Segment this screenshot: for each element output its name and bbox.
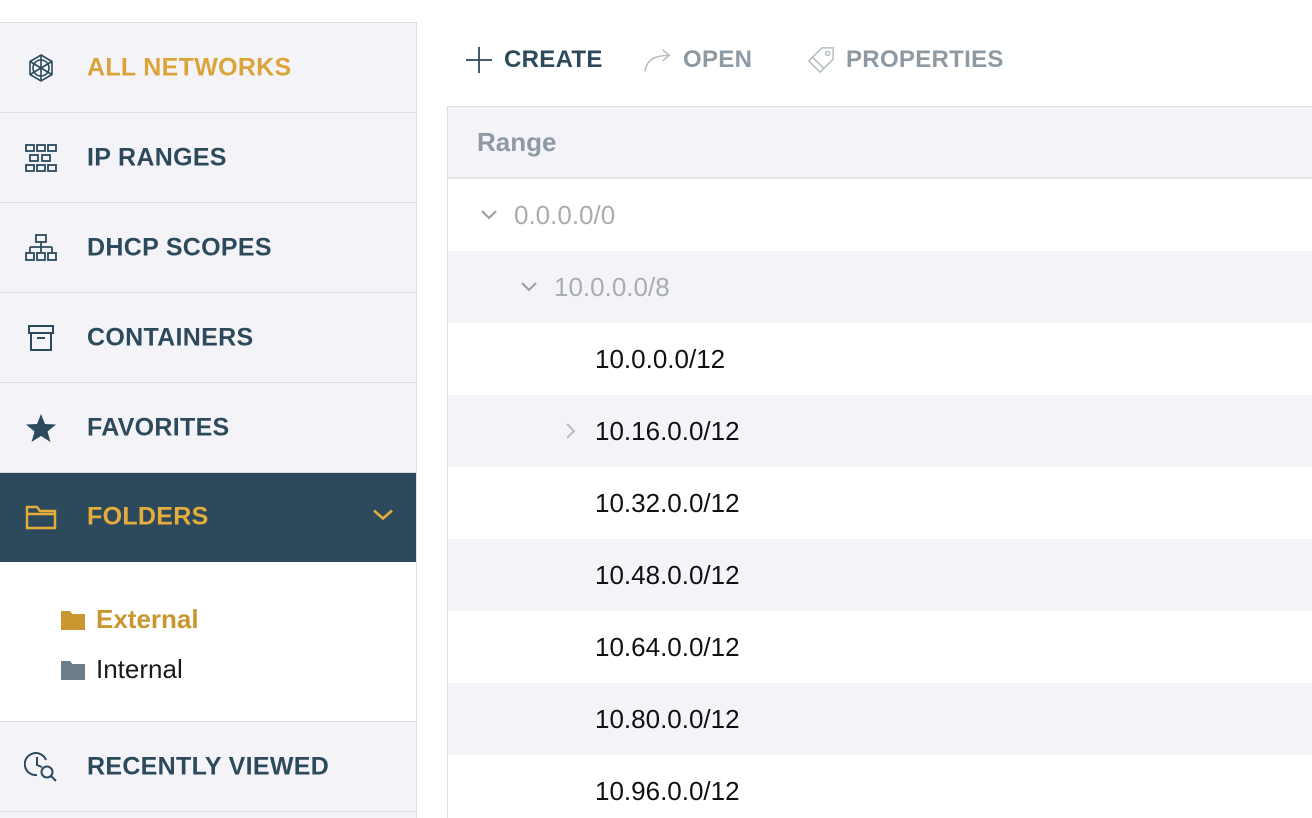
sidebar-item-ip-ranges[interactable]: IP RANGES bbox=[0, 113, 416, 203]
star-icon bbox=[24, 411, 58, 445]
chevron-down-icon[interactable] bbox=[518, 276, 540, 298]
plus-icon bbox=[464, 45, 494, 75]
sidebar-item-label: RECENTLY VIEWED bbox=[87, 752, 330, 780]
folder-icon bbox=[61, 660, 85, 680]
table-row[interactable]: 0.0.0.0/0 bbox=[448, 179, 1312, 251]
open-button[interactable]: OPEN bbox=[643, 42, 752, 78]
sidebar-item-label: CONTAINERS bbox=[87, 323, 254, 351]
folder-item-external[interactable]: External bbox=[60, 604, 199, 635]
range-cell: 10.80.0.0/12 bbox=[595, 703, 740, 734]
network-globe-icon bbox=[24, 51, 58, 85]
toolbar: CREATE OPEN PROPERTIES bbox=[448, 0, 1312, 106]
sidebar-item-dhcp-scopes[interactable]: DHCP SCOPES bbox=[0, 203, 416, 293]
column-header-range[interactable]: Range bbox=[448, 107, 1312, 179]
ranges-grid: Range 0.0.0.0/0 10.0.0.0/8 10.0.0.0/12 1… bbox=[447, 106, 1312, 818]
properties-label: PROPERTIES bbox=[846, 46, 1004, 73]
table-row[interactable]: 10.0.0.0/8 bbox=[448, 251, 1312, 323]
table-row[interactable]: 10.48.0.0/12 bbox=[448, 539, 1312, 611]
sidebar-item-containers[interactable]: CONTAINERS bbox=[0, 293, 416, 383]
table-row[interactable]: 10.0.0.0/12 bbox=[448, 323, 1312, 395]
table-row[interactable]: 10.16.0.0/12 bbox=[448, 395, 1312, 467]
range-cell: 10.16.0.0/12 bbox=[595, 415, 740, 446]
table-row[interactable]: 10.32.0.0/12 bbox=[448, 467, 1312, 539]
table-row[interactable]: 10.96.0.0/12 bbox=[448, 755, 1312, 818]
column-header-label: Range bbox=[477, 126, 557, 157]
open-label: OPEN bbox=[683, 46, 753, 73]
chevron-right-icon[interactable] bbox=[559, 420, 581, 442]
folders-tree: External Internal bbox=[0, 562, 416, 722]
range-cell: 10.96.0.0/12 bbox=[595, 775, 740, 806]
sidebar-item-label: IP RANGES bbox=[87, 143, 227, 171]
range-cell: 10.0.0.0/12 bbox=[595, 343, 726, 374]
chevron-down-icon[interactable] bbox=[372, 508, 394, 527]
range-cell: 10.64.0.0/12 bbox=[595, 631, 740, 662]
sidebar-item-recently-viewed[interactable]: RECENTLY VIEWED bbox=[0, 722, 416, 812]
forward-arrow-icon bbox=[643, 45, 673, 75]
sidebar-item-all-networks[interactable]: ALL NETWORKS bbox=[0, 23, 416, 113]
sidebar-item-label: DHCP SCOPES bbox=[87, 233, 272, 261]
hierarchy-icon bbox=[24, 231, 58, 265]
ip-ranges-grid-icon bbox=[24, 141, 58, 175]
folder-icon bbox=[61, 610, 85, 630]
sidebar-item-folders[interactable]: FOLDERS bbox=[0, 473, 416, 562]
create-label: CREATE bbox=[504, 46, 603, 73]
sidebar-item-label: FAVORITES bbox=[87, 413, 230, 441]
range-cell: 10.32.0.0/12 bbox=[595, 487, 740, 518]
sidebar-item-favorites[interactable]: FAVORITES bbox=[0, 383, 416, 473]
folder-item-internal[interactable]: Internal bbox=[60, 654, 183, 685]
tag-icon bbox=[806, 45, 836, 75]
range-cell: 0.0.0.0/0 bbox=[514, 199, 616, 230]
folder-outline-icon bbox=[24, 500, 58, 534]
table-row[interactable]: 10.64.0.0/12 bbox=[448, 611, 1312, 683]
sidebar: ALL NETWORKS IP RANGES DHCP SCOPES CONTA… bbox=[0, 22, 417, 818]
range-cell: 10.48.0.0/12 bbox=[595, 559, 740, 590]
table-row[interactable]: 10.80.0.0/12 bbox=[448, 683, 1312, 755]
folder-label: Internal bbox=[96, 654, 183, 684]
sidebar-item-label: FOLDERS bbox=[87, 502, 209, 531]
archive-box-icon bbox=[24, 321, 58, 355]
folder-label: External bbox=[96, 604, 199, 634]
clock-search-icon bbox=[24, 750, 58, 784]
sidebar-item-label: ALL NETWORKS bbox=[87, 53, 292, 81]
properties-button[interactable]: PROPERTIES bbox=[806, 42, 1004, 78]
range-cell: 10.0.0.0/8 bbox=[554, 271, 670, 302]
create-button[interactable]: CREATE bbox=[464, 42, 603, 78]
chevron-down-icon[interactable] bbox=[478, 204, 500, 226]
